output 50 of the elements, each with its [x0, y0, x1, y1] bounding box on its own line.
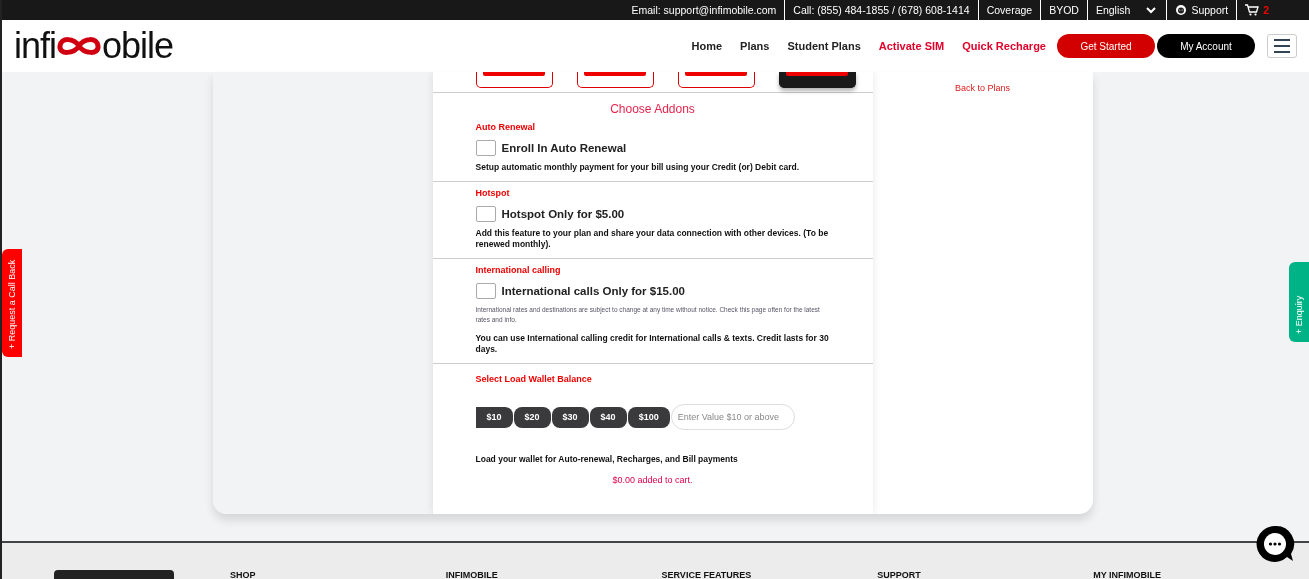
addon-heading: Auto Renewal: [475, 122, 536, 132]
checkbox[interactable]: [475, 206, 496, 222]
wallet-description: Load your wallet for Auto-renewal, Recharges, and Bill payments: [475, 454, 739, 465]
nav-link[interactable]: Home: [691, 40, 723, 52]
nav-link[interactable]: Quick Recharge: [962, 40, 1046, 52]
plan-option[interactable]: [778, 72, 856, 88]
cart-status: $0.00 added to cart.: [611, 475, 694, 485]
footer-heading: SERVICE FEATURES: [661, 570, 753, 579]
amount-input[interactable]: Enter Value $10 or above: [670, 404, 795, 430]
plan-option[interactable]: [475, 72, 553, 88]
addon-heading: International calling: [475, 265, 562, 275]
amount-button[interactable]: $100: [627, 406, 670, 428]
logo-text: infi: [14, 25, 57, 67]
nav-link[interactable]: Student Plans: [787, 40, 861, 52]
footer-heading: SHOP: [229, 570, 257, 579]
plan-option[interactable]: [677, 72, 755, 88]
cart-icon[interactable]: [1245, 4, 1260, 16]
menu-icon[interactable]: [1267, 34, 1297, 58]
request-call-back-tab[interactable]: + Request a Call Back: [2, 249, 22, 357]
checkbox-label: Hotspot Only for $5.00: [501, 208, 625, 220]
infinity-logo-icon: [56, 34, 103, 58]
back-to-plans-link[interactable]: Back to Plans: [955, 83, 1010, 93]
footer-heading: MY INFIMOBILE: [1093, 570, 1162, 579]
my-account-button[interactable]: My Account: [1157, 34, 1255, 58]
checkbox[interactable]: [475, 283, 496, 299]
addon-description: Setup automatic monthly payment for your bill using your Credit (or) Debit card.: [475, 162, 800, 173]
chat-bubble-icon[interactable]: [1255, 524, 1295, 564]
checkbox-label: International calls Only for $15.00: [501, 285, 685, 297]
addon-description: Add this feature to your plan and share your data connection with other devices. (To be renewed monthly).: [475, 228, 830, 250]
email-link[interactable]: Email: support@infimobile.com: [623, 0, 785, 20]
plan-option[interactable]: [576, 72, 654, 88]
addon-heading: Hotspot: [475, 188, 511, 198]
amount-button[interactable]: $30: [551, 406, 589, 428]
footer-heading: SUPPORT: [877, 570, 922, 579]
cart-count: 2: [1263, 4, 1269, 16]
amount-button[interactable]: $10: [475, 406, 513, 428]
logo-text: obile: [102, 25, 174, 67]
wallet-heading: Select Load Wallet Balance: [475, 374, 593, 384]
amount-button[interactable]: $20: [513, 406, 551, 428]
get-started-button[interactable]: Get Started: [1057, 34, 1155, 58]
support-agent-icon: [1175, 4, 1188, 16]
addon-description: You can use International calling credit for International calls & texts. Credit lasts for 30 days.: [475, 333, 830, 355]
nav-link[interactable]: Plans: [740, 40, 770, 52]
checkbox[interactable]: [475, 140, 496, 156]
checkbox-label: Enroll In Auto Renewal: [501, 142, 627, 154]
chevron-down-icon: [1146, 6, 1157, 14]
nav-link[interactable]: Activate SIM: [878, 40, 945, 52]
section-title: Choose Addons: [609, 102, 696, 116]
amount-button[interactable]: $40: [589, 406, 627, 428]
footer-heading: INFIMOBILE: [445, 570, 499, 579]
